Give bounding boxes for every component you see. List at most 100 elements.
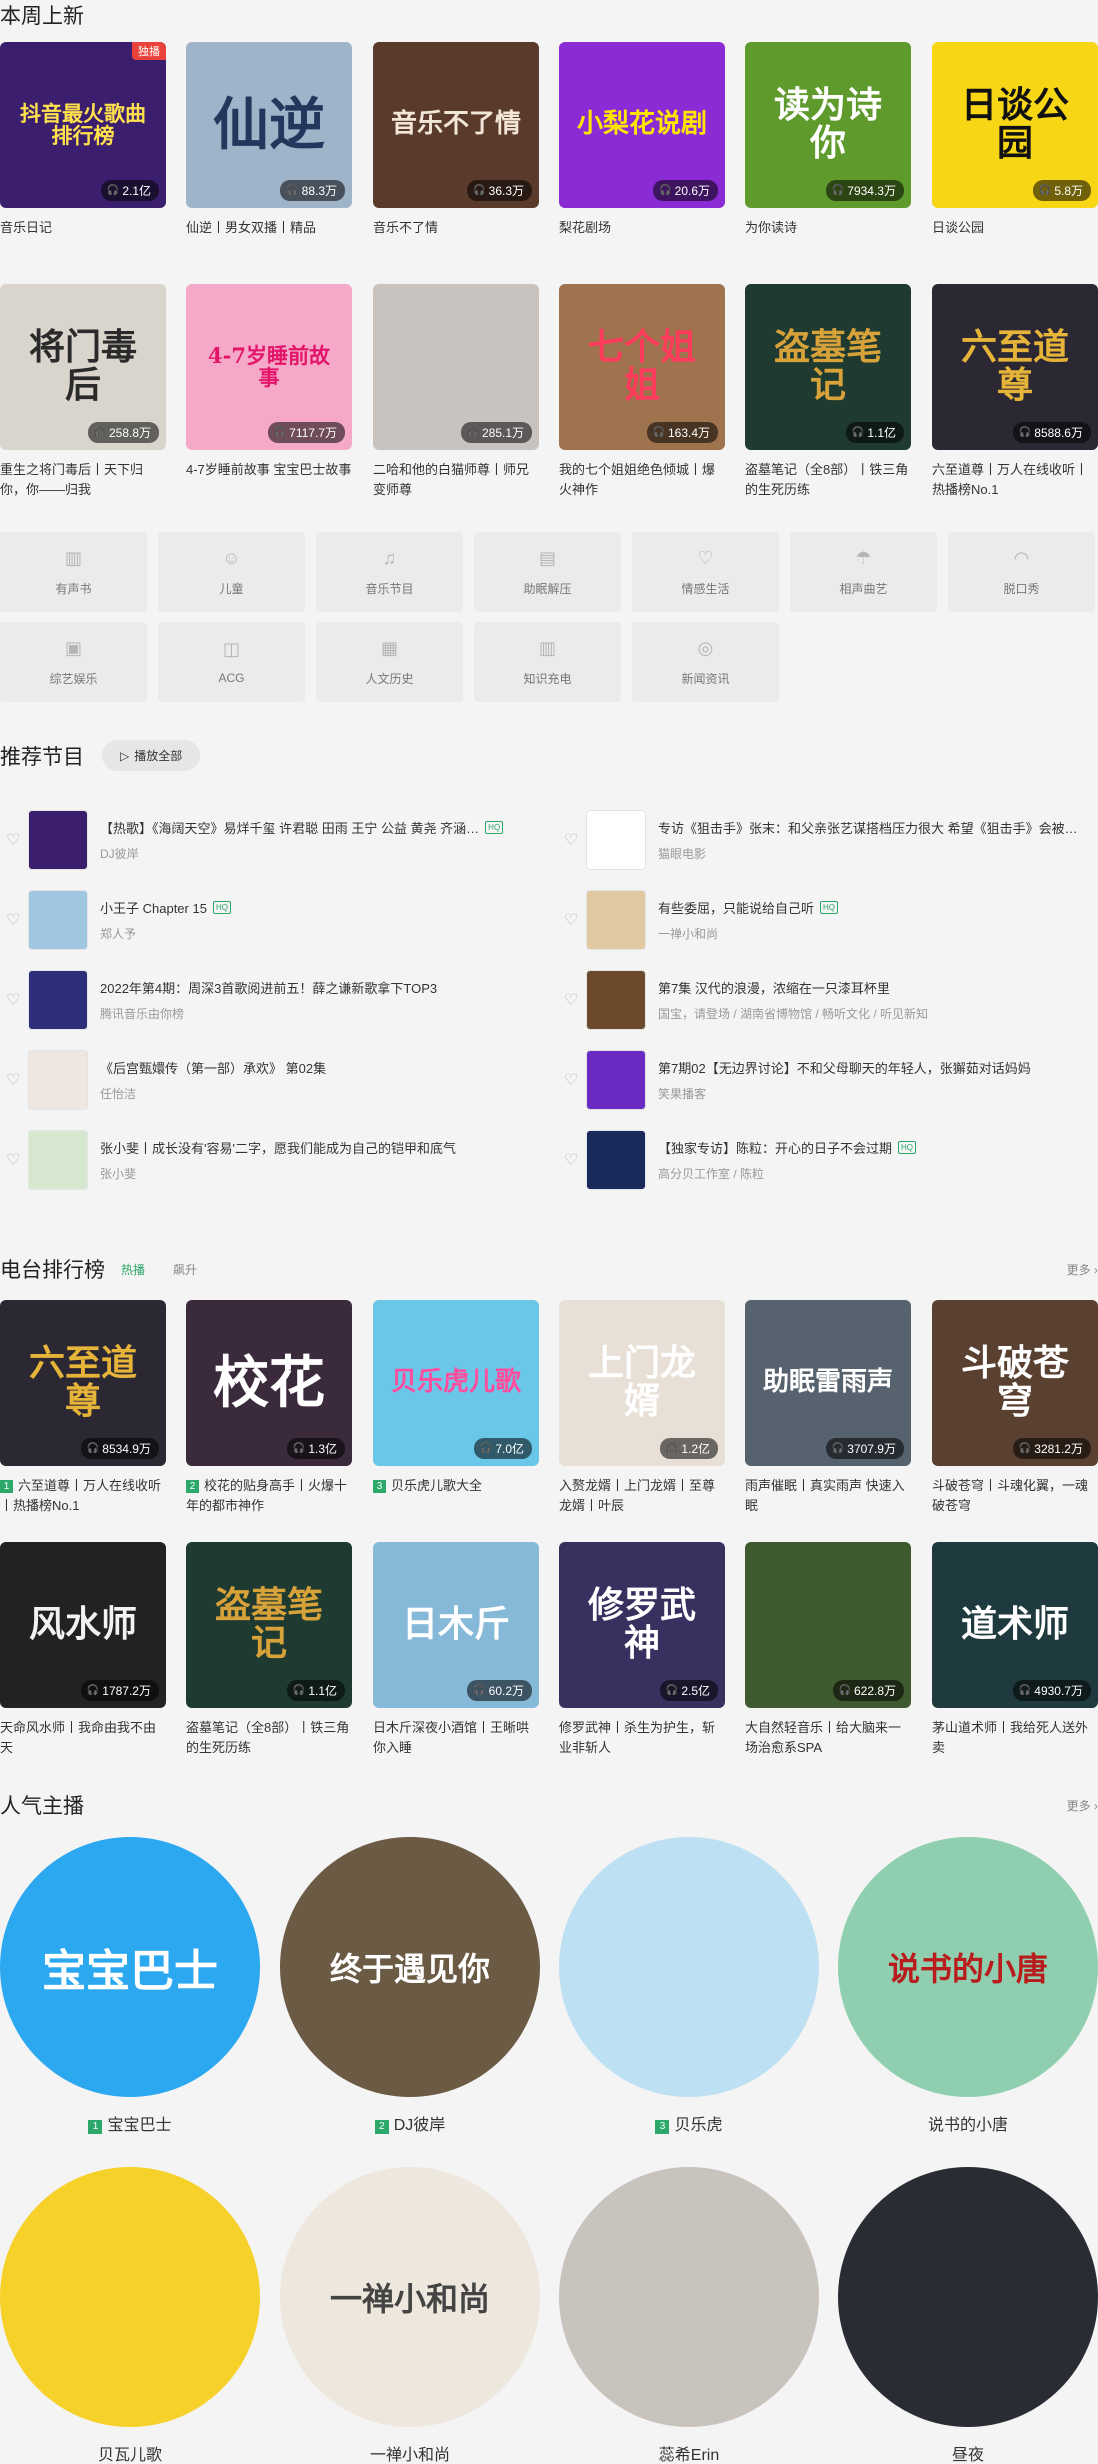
album-title[interactable]: 我的七个姐姐绝色倾城丨爆火神作 [559,460,725,500]
category-tile-4[interactable]: ♡ 情感生活 [632,532,779,612]
category-tile-5[interactable]: ☂ 相声曲艺 [790,532,937,612]
album-card[interactable]: 音乐不了情 🎧 36.3万音乐不了情 [373,42,539,238]
album-cover[interactable]: 道术师 🎧 4930.7万 [932,1542,1098,1708]
host-name[interactable]: 2 DJ彼岸 [280,2111,540,2135]
host-name[interactable]: 一禅小和尚 [280,2441,540,2464]
host-name[interactable]: 昼夜 [838,2441,1098,2464]
album-title[interactable]: 六至道尊丨万人在线收听丨热播榜No.1 [932,460,1098,500]
album-title[interactable]: 4-7岁睡前故事 宝宝巴士故事 [186,460,352,480]
host-avatar[interactable]: 一禅小和尚 [280,2167,540,2427]
album-card[interactable]: 仙逆 🎧 88.3万 仙逆丨男女双播丨精品 [186,42,352,238]
host-avatar[interactable] [0,2167,260,2427]
album-cover[interactable]: 修罗武神 🎧 2.5亿 [559,1542,725,1708]
recommend-item[interactable]: ♡ 小王子 Chapter 15 HQ 郑人予 [0,890,540,950]
recommend-thumbnail[interactable] [28,970,88,1030]
album-title[interactable]: 重生之将门毒后丨天下归你，你——归我 [0,460,166,500]
recommend-thumbnail[interactable] [28,1130,88,1190]
recommend-author[interactable]: 猫眼电影 [658,845,1088,862]
album-title[interactable]: 盗墓笔记（全8部）丨铁三角的生死历练 [745,460,911,500]
album-cover[interactable]: 抖音最火歌曲排行榜 独播 🎧 2.1亿 [0,42,166,208]
category-tile-10[interactable]: ▥ 知识充电 [474,622,621,702]
album-card[interactable]: 六至道尊 🎧 8534.9万 1 六至道尊丨万人在线收听丨热播榜No.1 [0,1300,166,1516]
album-cover[interactable]: 六至道尊 🎧 8534.9万 [0,1300,166,1466]
album-title[interactable]: 修罗武神丨杀生为护生，斩业非斩人 [559,1718,725,1758]
album-cover[interactable]: 日谈公园 🎧 5.8万 [932,42,1098,208]
recommend-item[interactable]: ♡ 2022年第4期：周深3首歌阅进前五！薛之谦新歌拿下TOP3 腾讯音乐由你榜 [0,970,540,1030]
like-heart-icon[interactable]: ♡ [558,1070,586,1090]
category-tile-2[interactable]: ♫ 音乐节目 [316,532,463,612]
play-all-button[interactable]: ▷ 播放全部 [102,740,201,771]
recommend-thumbnail[interactable] [586,1130,646,1190]
host-name[interactable]: 说书的小唐 [838,2111,1098,2135]
album-cover[interactable]: 将门毒后 🎧 258.8万 [0,284,166,450]
recommend-title[interactable]: 专访《狙击手》张末：和父亲张艺谋搭档压力很大 希望《狙击手》会被… [658,818,1088,837]
like-heart-icon[interactable]: ♡ [0,1150,28,1170]
album-card[interactable]: 风水师 🎧 1787.2万天命风水师丨我命由我不由天 [0,1542,166,1758]
album-title[interactable]: 入赘龙婿丨上门龙婿丨至尊龙婿丨叶辰 [559,1476,725,1516]
recommend-title[interactable]: 【热歌】《海阔天空》易烊千玺 许君聪 田雨 王宁 公益 黄尧 齐涵… HQ [100,818,530,837]
album-card[interactable]: 斗破苍穹 🎧 3281.2万 斗破苍穹丨斗魂化翼，一魂破苍穹 [932,1300,1098,1516]
album-card[interactable]: 4-7岁睡前故事 🎧 7117.7万 4-7岁睡前故事 宝宝巴士故事 [186,284,352,480]
album-card[interactable]: 日木斤 🎧 60.2万日木斤深夜小酒馆丨王晰哄你入睡 [373,1542,539,1758]
album-cover[interactable]: 风水师 🎧 1787.2万 [0,1542,166,1708]
album-cover[interactable]: 仙逆 🎧 88.3万 [186,42,352,208]
recommend-author[interactable]: DJ彼岸 [100,845,530,862]
album-cover[interactable]: 日木斤 🎧 60.2万 [373,1542,539,1708]
album-card[interactable]: 小梨花说剧 🎧 20.6万 梨花剧场 [559,42,725,238]
like-heart-icon[interactable]: ♡ [0,830,28,850]
recommend-title[interactable]: 有些委屈，只能说给自己听 HQ [658,898,1088,917]
like-heart-icon[interactable]: ♡ [0,990,28,1010]
host-name[interactable]: 3 贝乐虎 [559,2111,819,2135]
recommend-item[interactable]: ♡ 第7期02【无边界讨论】不和父母聊天的年轻人，张獬茹对话妈妈 笑果播客 [558,1050,1098,1110]
recommend-author[interactable]: 腾讯音乐由你榜 [100,1005,530,1022]
hosts-more-link[interactable]: 更多 › [1067,1797,1098,1814]
recommend-author[interactable]: 一禅小和尚 [658,925,1088,942]
category-tile-9[interactable]: ▦ 人文历史 [316,622,463,702]
host-name[interactable]: 蕊希Erin [559,2441,819,2464]
host-item[interactable]: 一禅小和尚 一禅小和尚 [280,2167,540,2464]
recommend-author[interactable]: 张小斐 [100,1165,530,1182]
album-cover[interactable]: 校花 🎧 1.3亿 [186,1300,352,1466]
recommend-title[interactable]: 小王子 Chapter 15 HQ [100,898,530,917]
album-card[interactable]: 修罗武神 🎧 2.5亿修罗武神丨杀生为护生，斩业非斩人 [559,1542,725,1758]
album-cover[interactable]: 盗墓笔记 🎧 1.1亿 [186,1542,352,1708]
album-cover[interactable]: 4-7岁睡前故事 🎧 7117.7万 [186,284,352,450]
album-title[interactable]: 3 贝乐虎儿歌大全 [373,1476,539,1496]
album-card[interactable]: 读为诗你 🎧 7934.3万 为你读诗 [745,42,911,238]
like-heart-icon[interactable]: ♡ [558,830,586,850]
album-card[interactable]: 道术师 🎧 4930.7万 茅山道术师丨我给死人送外卖 [932,1542,1098,1758]
category-tile-7[interactable]: ▣ 综艺娱乐 [0,622,147,702]
recommend-item[interactable]: ♡ 《后宫甄嬛传（第一部）承欢》 第02集 任怡洁 [0,1050,540,1110]
album-card[interactable]: 🎧 285.1万 二哈和他的白猫师尊丨师兄变师尊 [373,284,539,500]
album-title[interactable]: 音乐不了情 [373,218,539,238]
album-title[interactable]: 大自然轻音乐丨给大脑来一场治愈系SPA [745,1718,911,1758]
host-avatar[interactable]: 终于遇见你 [280,1837,540,2097]
album-title[interactable]: 日木斤深夜小酒馆丨王晰哄你入睡 [373,1718,539,1758]
album-cover[interactable]: 音乐不了情 🎧 36.3万 [373,42,539,208]
host-item[interactable]: 贝瓦儿歌 [0,2167,260,2464]
host-name[interactable]: 1 宝宝巴士 [0,2111,260,2135]
host-item[interactable]: 昼夜 [838,2167,1098,2464]
recommend-item[interactable]: ♡ 【热歌】《海阔天空》易烊千玺 许君聪 田雨 王宁 公益 黄尧 齐涵… HQ DJ彼… [0,810,540,870]
recommend-item[interactable]: ♡ 有些委屈，只能说给自己听 HQ 一禅小和尚 [558,890,1098,950]
album-cover[interactable]: 助眠雷雨声 🎧 3707.9万 [745,1300,911,1466]
album-card[interactable]: 贝乐虎儿歌 🎧 7.0亿 3 贝乐虎儿歌大全 [373,1300,539,1496]
ranking-more-link[interactable]: 更多 › [1067,1261,1098,1278]
recommend-item[interactable]: ♡ 第7集 汉代的浪漫，浓缩在一只漆耳杯里 国宝，请登场 / 湖南省博物馆 / 畅听… [558,970,1098,1030]
recommend-title[interactable]: 第7集 汉代的浪漫，浓缩在一只漆耳杯里 [658,978,1088,997]
album-title[interactable]: 天命风水师丨我命由我不由天 [0,1718,166,1758]
recommend-title[interactable]: 第7期02【无边界讨论】不和父母聊天的年轻人，张獬茹对话妈妈 [658,1058,1088,1077]
tab-rising[interactable]: 飙升 [173,1261,197,1278]
category-tile-8[interactable]: ◫ ACG [158,622,305,702]
album-card[interactable]: 六至道尊 🎧 8588.6万 六至道尊丨万人在线收听丨热播榜No.1 [932,284,1098,500]
album-title[interactable]: 二哈和他的白猫师尊丨师兄变师尊 [373,460,539,500]
album-cover[interactable]: 盗墓笔记 🎧 1.1亿 [745,284,911,450]
album-title[interactable]: 斗破苍穹丨斗魂化翼，一魂破苍穹 [932,1476,1098,1516]
recommend-title[interactable]: 2022年第4期：周深3首歌阅进前五！薛之谦新歌拿下TOP3 [100,978,530,997]
recommend-author[interactable]: 高分贝工作室 / 陈粒 [658,1165,1088,1182]
album-cover[interactable]: 读为诗你 🎧 7934.3万 [745,42,911,208]
host-item[interactable]: 终于遇见你 2 DJ彼岸 [280,1837,540,2135]
album-cover[interactable]: 贝乐虎儿歌 🎧 7.0亿 [373,1300,539,1466]
recommend-author[interactable]: 郑人予 [100,925,530,942]
album-card[interactable]: 盗墓笔记 🎧 1.1亿 盗墓笔记（全8部）丨铁三角的生死历练 [186,1542,352,1758]
